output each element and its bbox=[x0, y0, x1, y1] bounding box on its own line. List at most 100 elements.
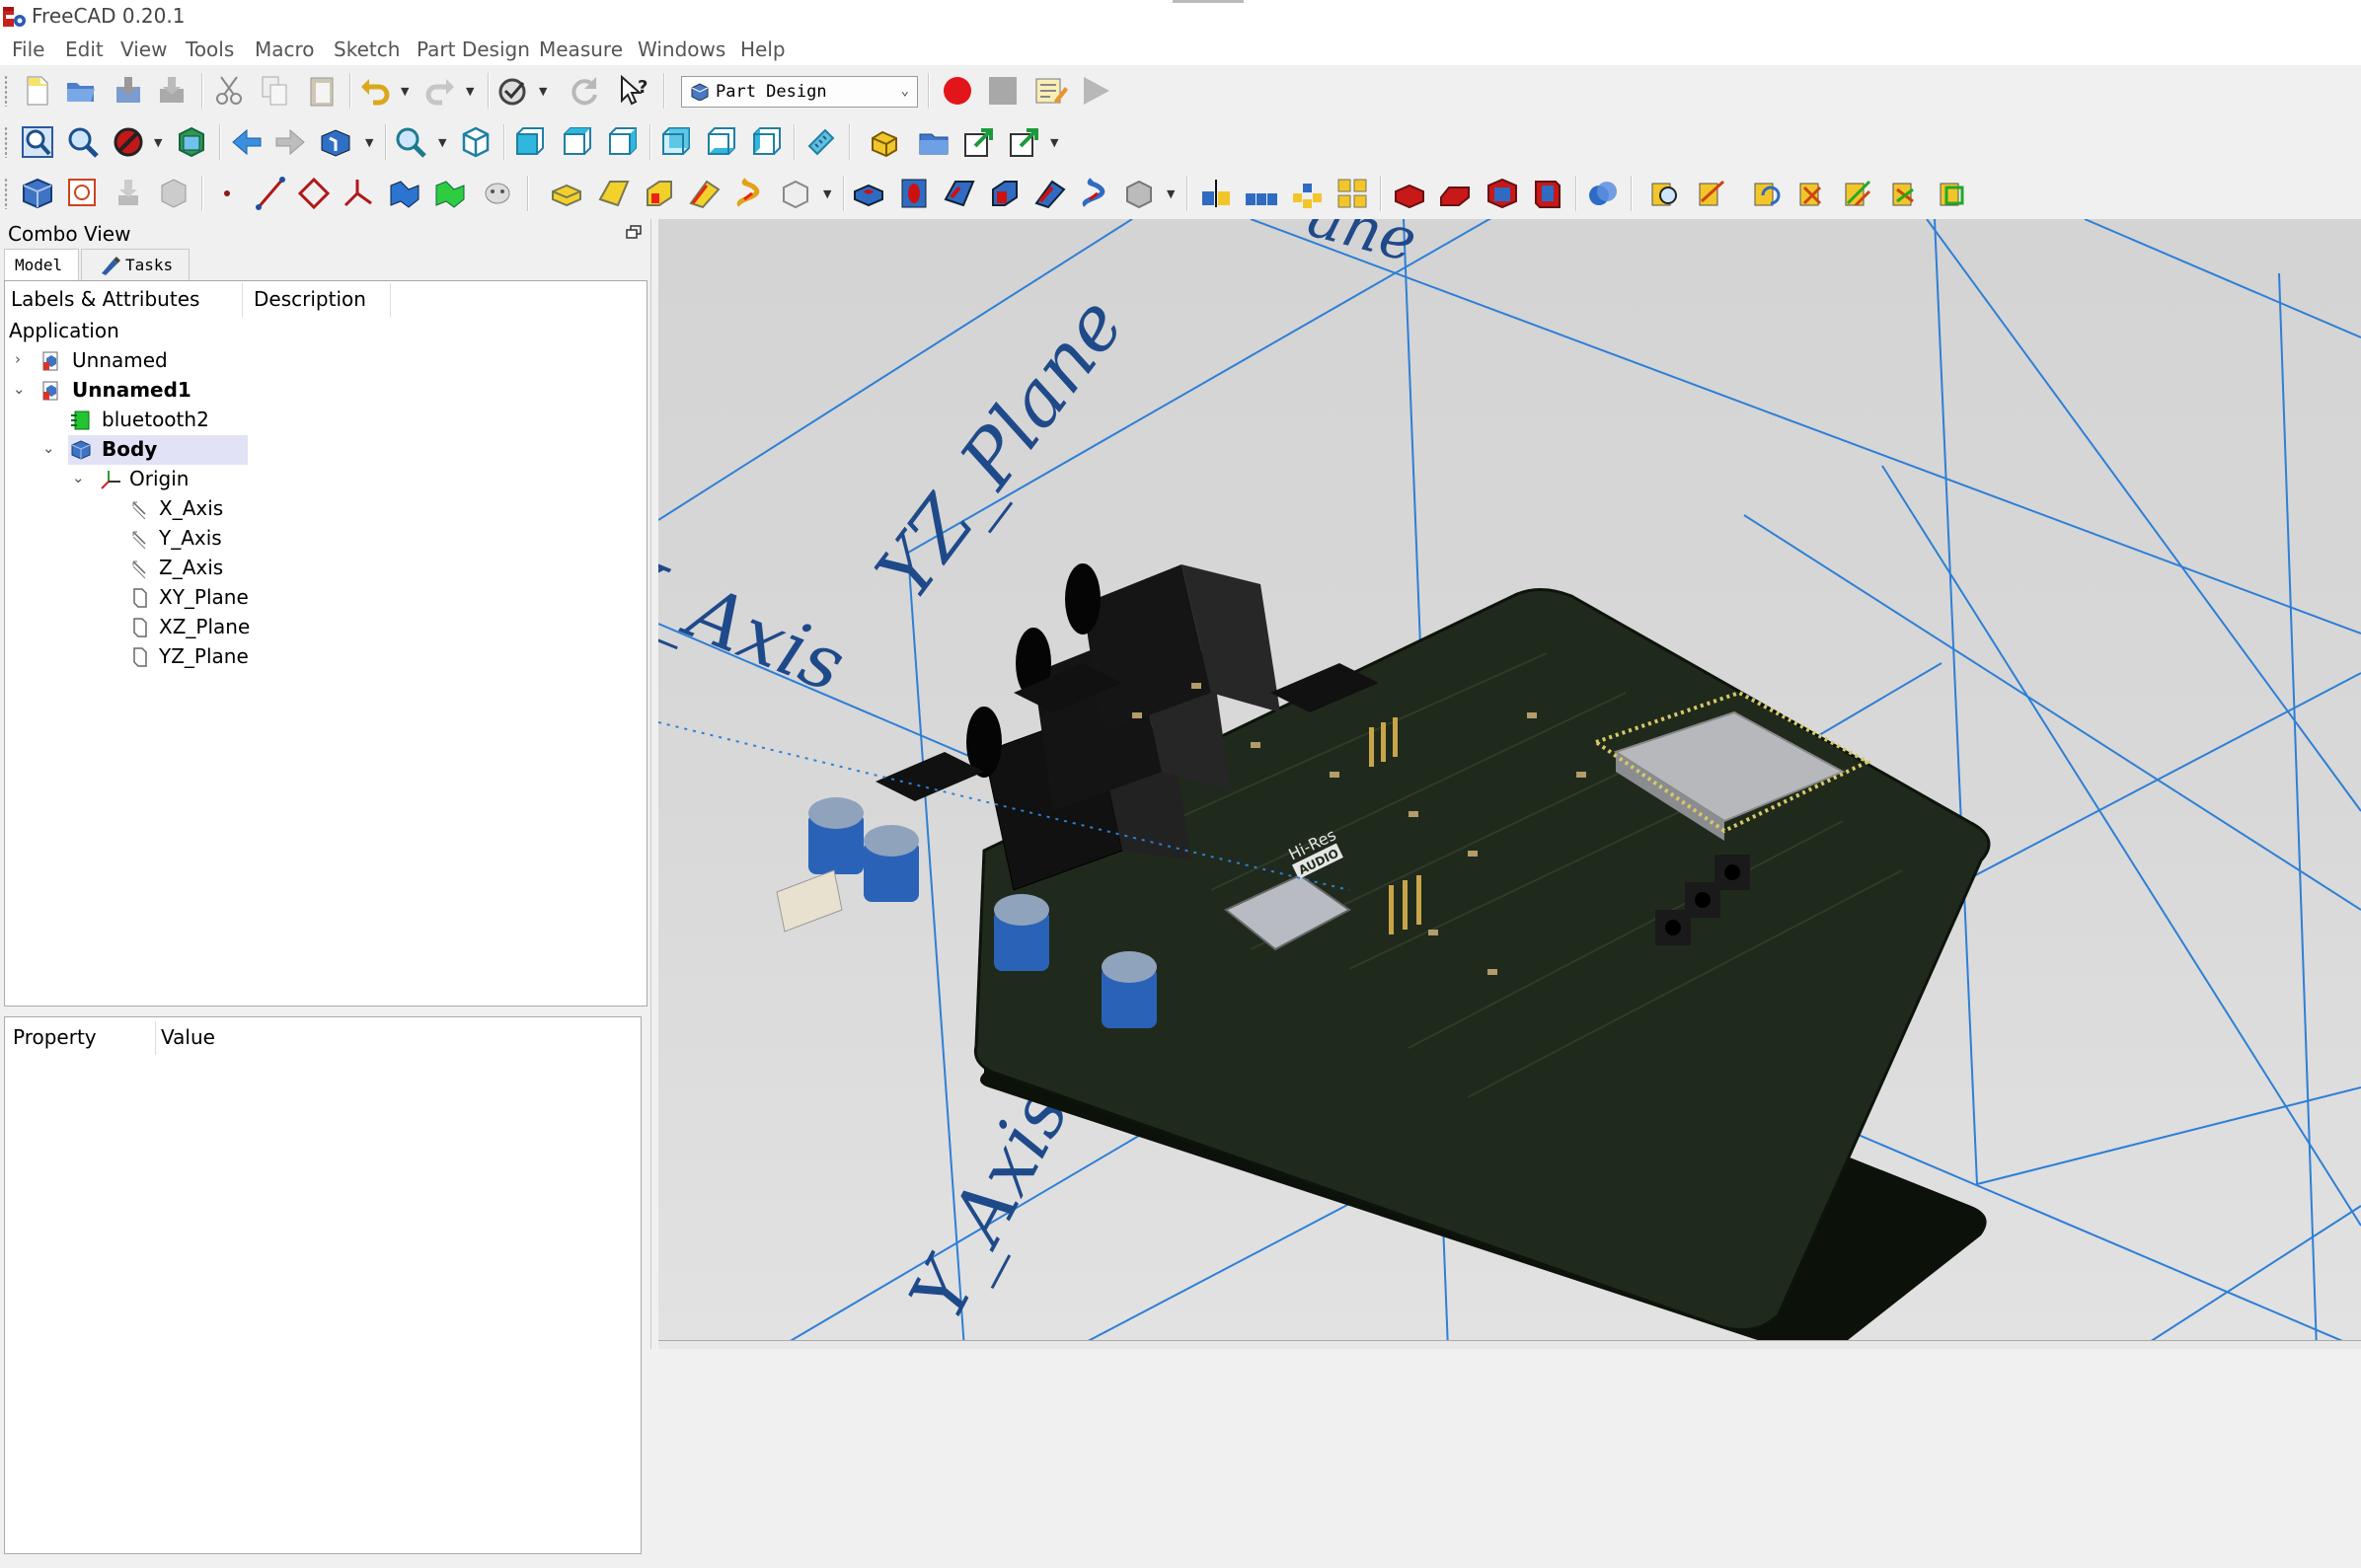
property-column-header[interactable]: Property bbox=[13, 1025, 97, 1049]
additive-loft-icon[interactable] bbox=[642, 176, 677, 211]
link-actions-icon[interactable] bbox=[1007, 124, 1042, 160]
create-body-icon[interactable] bbox=[20, 176, 55, 211]
subtractive-helix-icon[interactable] bbox=[1078, 176, 1113, 211]
tree-item-yz-plane[interactable]: YZ_Plane bbox=[5, 642, 419, 672]
zoom-icon[interactable] bbox=[393, 124, 428, 160]
view-bottom-icon[interactable] bbox=[703, 124, 738, 160]
subtractive-loft-icon[interactable] bbox=[987, 176, 1023, 211]
groove-icon[interactable] bbox=[942, 176, 977, 211]
datum-point-icon[interactable] bbox=[209, 176, 245, 211]
link-actions-dropdown-arrow[interactable]: ▼ bbox=[1050, 136, 1058, 149]
toolbar-grip[interactable] bbox=[4, 178, 8, 209]
draw-style-none-icon[interactable] bbox=[111, 124, 146, 160]
workbench-selector[interactable]: Part Design ⌄ bbox=[681, 76, 918, 108]
document-tabs-bar[interactable] bbox=[658, 1340, 2361, 1349]
chevron-down-icon[interactable]: ⌄ bbox=[72, 469, 86, 488]
tree-column-labels[interactable]: Labels & Attributes bbox=[11, 287, 199, 311]
save-as-icon[interactable] bbox=[154, 73, 190, 109]
column-divider[interactable] bbox=[242, 283, 243, 317]
tree-item-origin[interactable]: ⌄ Origin bbox=[5, 465, 419, 494]
undo-dropdown-arrow[interactable]: ▼ bbox=[401, 85, 409, 98]
multi-transform-icon[interactable] bbox=[1334, 176, 1370, 211]
pocket-icon[interactable] bbox=[851, 176, 886, 211]
menu-help[interactable]: Help bbox=[740, 37, 786, 61]
save-icon[interactable] bbox=[111, 73, 146, 109]
fit-selection-icon[interactable] bbox=[65, 124, 101, 160]
shape-binder-icon[interactable] bbox=[387, 176, 422, 211]
hole-icon[interactable] bbox=[896, 176, 932, 211]
additive-primitive-icon[interactable] bbox=[780, 176, 815, 211]
draw-style-icon[interactable] bbox=[495, 73, 531, 109]
tree-item-xz-plane[interactable]: XZ_Plane bbox=[5, 613, 419, 642]
refresh-icon[interactable] bbox=[567, 73, 602, 109]
additive-helix-icon[interactable] bbox=[732, 176, 768, 211]
float-panel-icon[interactable] bbox=[626, 225, 642, 239]
additive-primitive-dropdown-arrow[interactable]: ▼ bbox=[823, 187, 831, 200]
subshape-binder-icon[interactable] bbox=[432, 176, 468, 211]
draft-icon[interactable] bbox=[1485, 176, 1520, 211]
create-sketch-icon[interactable] bbox=[65, 176, 101, 211]
view-isometric-icon[interactable] bbox=[458, 124, 494, 160]
chevron-right-icon[interactable]: › bbox=[15, 350, 29, 370]
3d-view[interactable]: YZ_Plane X_Axis Y_Axis ane Hi-Res AUDIO bbox=[658, 219, 2361, 1349]
measure-toggle-all-icon[interactable] bbox=[1840, 176, 1875, 211]
forward-arrow-icon[interactable] bbox=[272, 124, 308, 160]
view-right-icon[interactable] bbox=[604, 124, 640, 160]
mirrored-icon[interactable] bbox=[1198, 176, 1234, 211]
view-rear-icon[interactable] bbox=[657, 124, 693, 160]
draw-style-dropdown-arrow[interactable]: ▼ bbox=[539, 85, 547, 98]
menu-view[interactable]: View bbox=[120, 37, 167, 61]
menu-tools[interactable]: Tools bbox=[186, 37, 234, 61]
toolbar-grip[interactable] bbox=[4, 126, 8, 158]
paste-icon[interactable] bbox=[304, 73, 340, 109]
pcb-model[interactable]: Hi-Res AUDIO bbox=[658, 563, 1991, 1349]
subtractive-primitive-icon[interactable] bbox=[1123, 176, 1159, 211]
view-menu-dropdown-arrow[interactable]: ▼ bbox=[365, 136, 373, 149]
menu-measure[interactable]: Measure bbox=[539, 37, 623, 61]
additive-pipe-icon[interactable] bbox=[687, 176, 723, 211]
value-column-header[interactable]: Value bbox=[161, 1025, 215, 1049]
zoom-dropdown-arrow[interactable]: ▼ bbox=[438, 136, 446, 149]
draw-style-dropdown-arrow[interactable]: ▼ bbox=[154, 136, 162, 149]
datum-line-icon[interactable] bbox=[253, 176, 288, 211]
open-icon[interactable] bbox=[63, 73, 99, 109]
menu-sketch[interactable]: Sketch bbox=[334, 37, 400, 61]
tree-item-xy-plane[interactable]: XY_Plane bbox=[5, 583, 419, 613]
tree-item-body[interactable]: ⌄ Body bbox=[5, 435, 419, 465]
edit-macro-icon[interactable] bbox=[1032, 73, 1068, 109]
measure-linear-icon[interactable] bbox=[1646, 176, 1682, 211]
subtractive-primitive-dropdown-arrow[interactable]: ▼ bbox=[1167, 187, 1175, 200]
view-front-icon[interactable] bbox=[511, 124, 547, 160]
subtractive-pipe-icon[interactable] bbox=[1032, 176, 1068, 211]
measure-toggle-delta-icon[interactable] bbox=[1935, 176, 1970, 211]
back-arrow-icon[interactable] bbox=[229, 124, 265, 160]
cut-icon[interactable] bbox=[211, 73, 247, 109]
measure-refresh-icon[interactable] bbox=[1749, 176, 1785, 211]
create-link-icon[interactable] bbox=[961, 124, 997, 160]
clone-icon[interactable] bbox=[480, 176, 515, 211]
redo-icon[interactable] bbox=[422, 73, 458, 109]
tree-item-x-axis[interactable]: X_Axis bbox=[5, 494, 419, 524]
tree-item-unnamed1[interactable]: ⌄ Unnamed1 bbox=[5, 376, 419, 406]
measure-distance-icon[interactable] bbox=[803, 124, 839, 160]
map-sketch-icon[interactable] bbox=[156, 176, 191, 211]
create-part-icon[interactable] bbox=[869, 124, 904, 160]
chevron-down-icon[interactable]: ⌄ bbox=[13, 380, 27, 400]
view-top-icon[interactable] bbox=[559, 124, 594, 160]
tree-item-z-axis[interactable]: Z_Axis bbox=[5, 554, 419, 583]
tree-item-y-axis[interactable]: Y_Axis bbox=[5, 524, 419, 554]
menu-windows[interactable]: Windows bbox=[638, 37, 725, 61]
menu-edit[interactable]: Edit bbox=[65, 37, 104, 61]
local-coordinate-system-icon[interactable] bbox=[340, 176, 375, 211]
toolbar-grip[interactable] bbox=[4, 75, 8, 107]
menu-macro[interactable]: Macro bbox=[255, 37, 315, 61]
thickness-icon[interactable] bbox=[1530, 176, 1565, 211]
measure-clear-icon[interactable] bbox=[1794, 176, 1830, 211]
menu-file[interactable]: File bbox=[12, 37, 44, 61]
datum-plane-icon[interactable] bbox=[296, 176, 332, 211]
tree-item-unnamed[interactable]: › Unnamed bbox=[5, 346, 419, 376]
view-left-icon[interactable] bbox=[748, 124, 784, 160]
pad-icon[interactable] bbox=[549, 176, 584, 211]
tree-column-description[interactable]: Description bbox=[254, 287, 366, 311]
create-group-icon[interactable] bbox=[916, 124, 952, 160]
